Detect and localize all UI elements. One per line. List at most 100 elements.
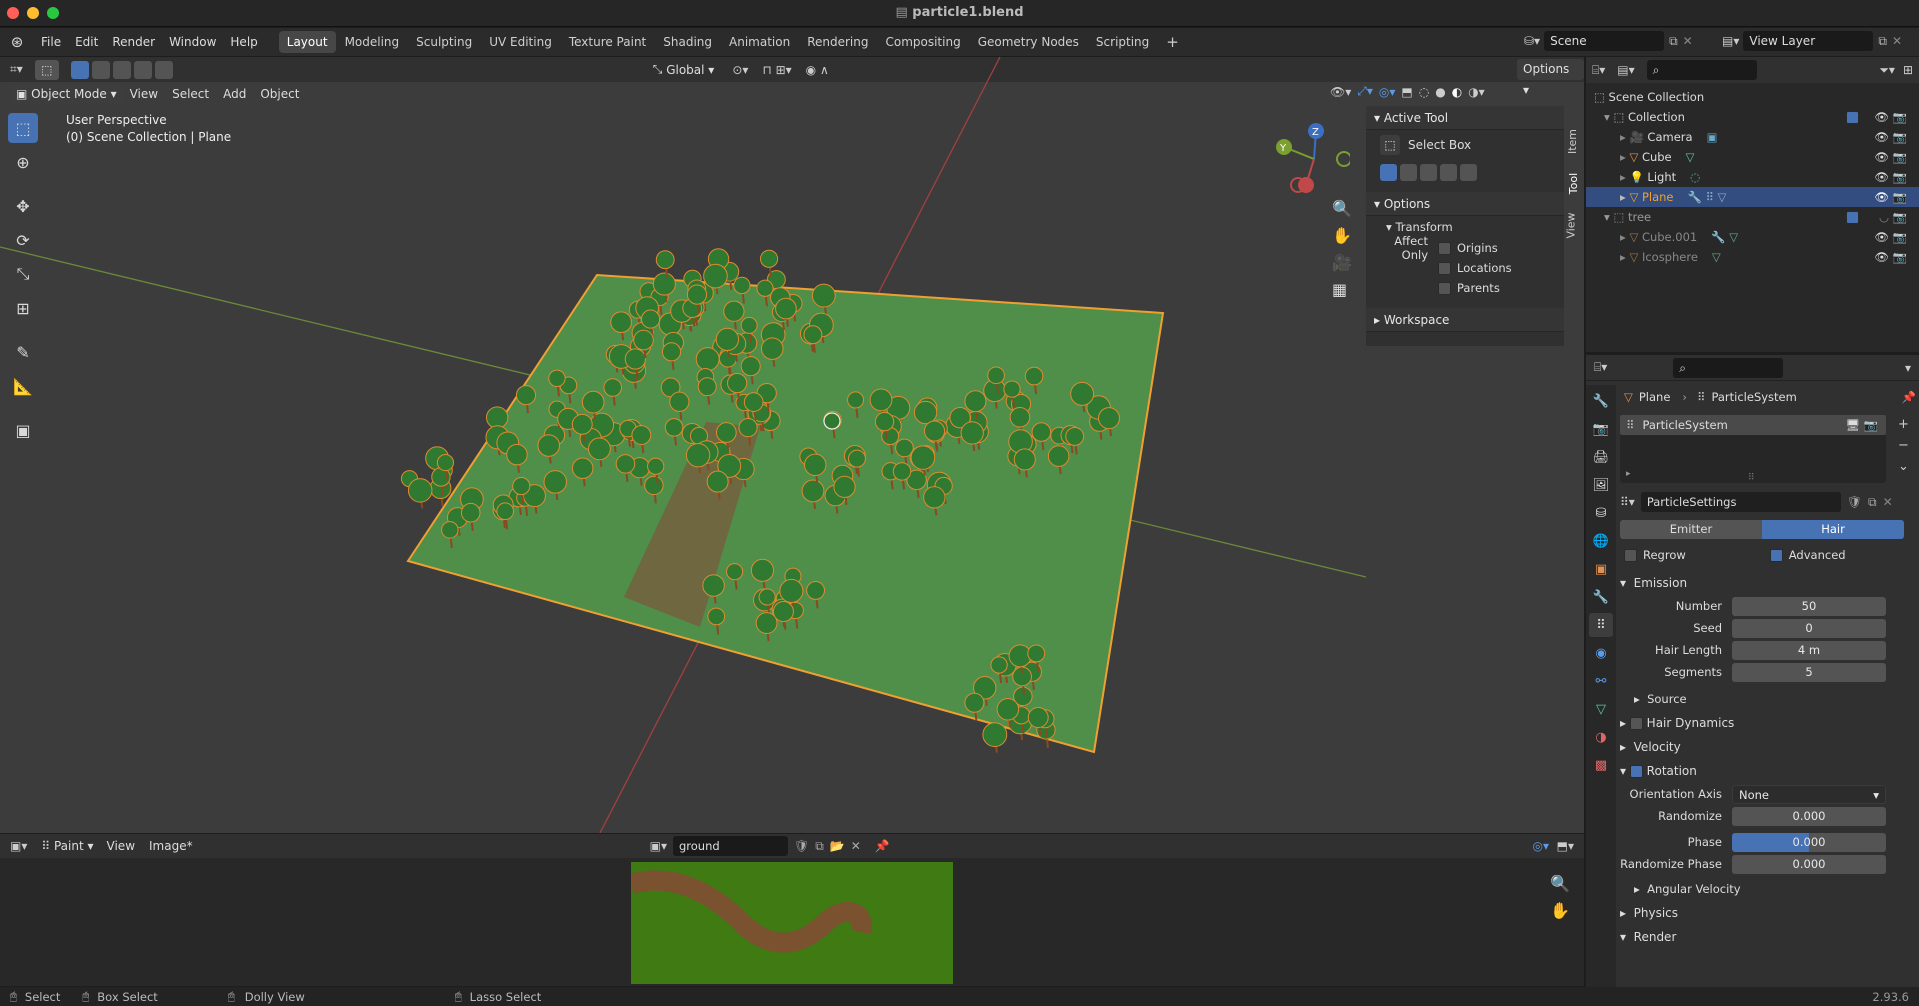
physics-panel[interactable]: ▸ Physics [1620,901,1916,925]
emission-panel-header[interactable]: ▾ Emission [1620,571,1916,595]
cursor-tool-icon[interactable]: ⊕ [8,147,38,177]
physics-props-icon[interactable]: ◉ [1589,641,1613,665]
tab-layout[interactable]: Layout [278,31,336,53]
xray-icon[interactable]: ⬒ [1401,85,1412,99]
remove-view-layer-icon[interactable]: ✕ [1892,34,1902,48]
collection-visibility-icons[interactable]: 👁 📷 [1874,107,1907,127]
randomize-field[interactable]: 0.000 [1732,806,1886,826]
fake-user-icon[interactable]: 🛡 [1847,495,1862,509]
outliner-row-collection[interactable]: ▾ ⬚ Collection 👁 📷 [1586,107,1919,127]
scene-props-icon[interactable]: ⛁ [1589,501,1613,525]
unlink-settings-icon[interactable]: ✕ [1883,495,1893,509]
hair-length-field[interactable]: 4 m [1732,640,1886,660]
wireframe-shading-icon[interactable]: ◌ [1419,85,1429,99]
list-expand-icon[interactable]: ▸ [1626,469,1631,479]
outliner-row-scene-collection[interactable]: ⬚ Scene Collection [1586,87,1919,107]
output-props-icon[interactable]: 🖨 [1589,445,1613,469]
particle-system-list-item[interactable]: ⠿ ParticleSystem 🖥 📷 [1620,415,1886,435]
select-tool-icon[interactable]: ⬚ [8,113,38,143]
image-browse-icon[interactable]: ▣▾ [650,839,667,853]
outliner-row-cube[interactable]: ▸ ▽ Cube ▽ 👁 📷 [1586,147,1919,167]
tab-rendering[interactable]: Rendering [799,31,876,53]
remove-scene-icon[interactable]: ✕ [1683,34,1693,48]
tab-shading[interactable]: Shading [655,31,720,53]
render-panel[interactable]: ▾ Render [1620,925,1916,949]
velocity-panel[interactable]: ▸ Velocity [1620,735,1916,759]
outliner-row-cube001[interactable]: ▸ ▽ Cube.001 🔧 ▽ 👁 📷 [1586,227,1919,247]
transform-tool-icon[interactable]: ⊞ [8,293,38,323]
particle-settings-field[interactable]: ParticleSettings [1640,492,1841,512]
segments-field[interactable]: 5 [1732,662,1886,682]
overlay-toggle-icon[interactable]: ◎▾ [1379,85,1396,99]
hair-dynamics-panel[interactable]: ▸ Hair Dynamics [1620,711,1916,735]
duplicate-settings-icon[interactable]: ⧉ [1868,495,1877,510]
hair-button[interactable]: Hair [1762,519,1904,539]
world-props-icon[interactable]: 🌐 [1589,529,1613,553]
image-zoom-icon[interactable]: 🔍 [1550,874,1570,893]
angular-velocity-subpanel[interactable]: ▸ Angular Velocity [1620,877,1916,901]
tree-visibility-icons[interactable]: ◡ 📷 [1879,207,1907,227]
cube001-visibility-icons[interactable]: 👁 📷 [1874,227,1907,247]
view-layer-props-icon[interactable]: 🖼 [1589,473,1613,497]
tree-exclude-checkbox[interactable] [1846,211,1859,224]
rotation-panel[interactable]: ▾ Rotation [1620,759,1916,783]
tab-scripting[interactable]: Scripting [1088,31,1157,53]
rotate-tool-icon[interactable]: ⟳ [8,225,38,255]
outliner-search[interactable]: ⌕ [1646,60,1757,80]
new-image-icon[interactable]: ⧉ [815,839,824,854]
number-field[interactable]: 50 [1732,596,1886,616]
data-props-icon[interactable]: ▽ [1589,697,1613,721]
camera-view-icon[interactable]: 🎥 [1332,253,1352,272]
material-props-icon[interactable]: ◑ [1589,725,1613,749]
image-overlay-icons[interactable]: ◎▾ ⬒▾ [1533,839,1575,853]
zoom-icon[interactable]: 🔍 [1332,199,1352,218]
outliner-row-tree[interactable]: ▾ ⬚ tree ◡ 📷 [1586,207,1919,227]
pin-icon[interactable]: 📌 [1902,390,1916,404]
image-pan-icon[interactable]: ✋ [1550,901,1570,920]
copy-scene-icon[interactable]: ⧉ [1669,34,1678,49]
object-props-icon[interactable]: ▣ [1589,557,1613,581]
image-editor-type-icon[interactable]: ▣▾ [10,839,27,853]
parents-checkbox[interactable] [1438,281,1451,295]
list-item-visibility-icons[interactable]: 🖥 📷 [1845,418,1878,432]
seed-field[interactable]: 0 [1732,618,1886,638]
ground-texture-image[interactable] [631,862,953,984]
paint-mode-dropdown[interactable]: ⠿ Paint ▾ [41,839,93,853]
properties-options-icon[interactable]: ▾ [1905,361,1911,375]
orientation-axis-dropdown[interactable]: None ▾ [1732,784,1886,804]
add-slot-icon[interactable]: + [1898,417,1909,432]
filter-icon[interactable]: ⏷▾ [1879,63,1895,78]
npanel-mode-set-icon[interactable] [1380,163,1397,181]
hair-dynamics-checkbox[interactable] [1629,716,1643,730]
list-resize-handle[interactable]: ⠿ [1748,473,1755,483]
scale-tool-icon[interactable]: ⤡ [8,259,38,289]
npanel-mode-subtract-icon[interactable] [1420,163,1437,181]
annotate-tool-icon[interactable]: ✎ [8,337,38,367]
modifier-props-icon[interactable]: 🔧 [1589,585,1613,609]
tab-item[interactable]: Item [1566,129,1579,154]
image-editor[interactable]: ▣▾ ⠿ Paint ▾ View Image* ▣▾ ground 🛡 ⧉ 📂… [0,834,1584,986]
copy-view-layer-icon[interactable]: ⧉ [1878,34,1887,49]
outliner-editor-icon[interactable]: ⌸▾ [1592,63,1605,78]
scene-field[interactable]: Scene [1544,31,1665,51]
outliner-row-plane[interactable]: ▸ ▽ Plane 🔧 ⠿ ▽ 👁 📷 [1586,187,1919,207]
cube-visibility-icons[interactable]: 👁 📷 [1874,147,1907,167]
image-pin-icon[interactable]: 📌 [875,839,890,853]
render-props-icon[interactable]: 📷 [1589,417,1613,441]
npanel-mode-intersect-icon[interactable] [1460,163,1477,181]
options-dropdown[interactable]: Options ▾ [1517,59,1584,97]
viewport-scene[interactable] [0,57,1366,833]
rotation-checkbox[interactable] [1629,764,1643,778]
npanel-mode-invert-icon[interactable] [1440,163,1457,181]
image-fake-user-icon[interactable]: 🛡 [794,839,809,853]
display-mode-icon[interactable]: ▤▾ [1617,63,1634,77]
menu-help[interactable]: Help [223,29,264,55]
options-header[interactable]: ▾ Options [1366,192,1564,216]
image-menu-view[interactable]: View [100,833,142,859]
properties-search[interactable]: ⌕ [1673,357,1784,378]
settings-browse-icon[interactable]: ⠿▾ [1620,495,1635,509]
tab-geometry-nodes[interactable]: Geometry Nodes [970,31,1087,53]
texture-props-icon[interactable]: ▩ [1589,753,1613,777]
tool-props-icon[interactable]: 🔧 [1589,389,1613,413]
add-cube-tool-icon[interactable]: ▣ [8,415,38,445]
